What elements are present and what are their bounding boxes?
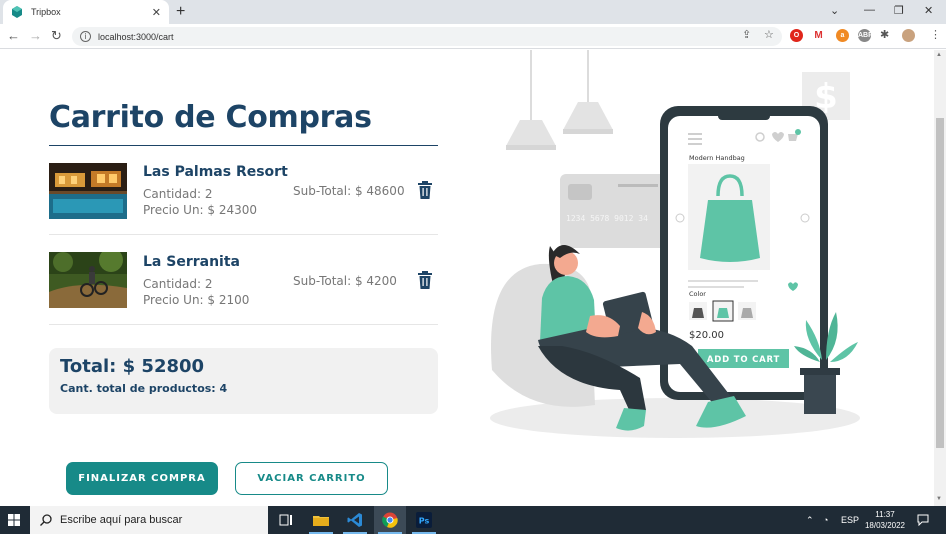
page-scrollbar[interactable]: ▲ ▼: [934, 50, 946, 506]
item-quantity: Cantidad: 2: [143, 187, 213, 201]
item-quantity: Cantidad: 2: [143, 277, 213, 291]
cart-product-count: Cant. total de productos: 4: [60, 382, 228, 395]
item-subtotal: Sub-Total: $ 48600: [293, 184, 405, 198]
scrollbar-thumb[interactable]: [936, 118, 944, 448]
empty-cart-button[interactable]: VACIAR CARRITO: [235, 462, 388, 495]
windows-start-icon[interactable]: [8, 514, 20, 526]
abp-extension-icon[interactable]: ABP: [858, 29, 873, 42]
clock-time: 11:37: [875, 510, 895, 519]
gmail-extension-icon[interactable]: M: [812, 29, 825, 42]
notification-extension-icon[interactable]: a: [836, 29, 849, 42]
cart-item: Las Palmas Resort Cantidad: 2 Precio Un:…: [49, 146, 438, 235]
cart-total: Total: $ 52800: [60, 356, 205, 377]
extensions-puzzle-icon[interactable]: ✱: [880, 28, 889, 41]
taskbar-clock[interactable]: 11:37 18/03/2022: [862, 509, 908, 531]
trash-icon[interactable]: [417, 271, 433, 289]
clock-date: 18/03/2022: [864, 521, 906, 530]
cart-total-box: Total: $ 52800 Cant. total de productos:…: [49, 348, 438, 414]
photoshop-icon[interactable]: Ps: [408, 506, 440, 534]
minimize-icon[interactable]: —: [864, 4, 875, 16]
new-tab-icon[interactable]: +: [176, 3, 185, 21]
page-title: Carrito de Compras: [49, 100, 372, 135]
task-view-icon[interactable]: [270, 506, 302, 534]
back-icon[interactable]: ←: [7, 29, 20, 43]
address-bar[interactable]: i localhost:3000/cart: [72, 27, 782, 46]
vscode-icon[interactable]: [339, 506, 371, 534]
cart-item: La Serranita Cantidad: 2 Precio Un: $ 21…: [49, 236, 438, 325]
address-url: localhost:3000/cart: [98, 31, 174, 42]
taskbar-search-box[interactable]: Escribe aquí para buscar: [30, 506, 268, 534]
browser-tab-strip: Tripbox ✕ + ⌄ — ❐ ✕: [0, 0, 946, 24]
tab-search-chevron-icon[interactable]: ⌄: [830, 4, 839, 17]
forward-icon[interactable]: →: [29, 29, 42, 43]
reload-icon[interactable]: ↻: [51, 29, 62, 43]
menu-kebab-icon[interactable]: ⋮: [930, 28, 941, 41]
chrome-icon[interactable]: [374, 506, 406, 534]
profile-avatar[interactable]: [902, 29, 915, 42]
share-icon[interactable]: ⇪: [742, 28, 751, 41]
item-name: Las Palmas Resort: [143, 164, 288, 180]
svg-text:$20.00: $20.00: [689, 330, 724, 341]
svg-text:Color: Color: [689, 290, 706, 298]
search-icon: [40, 514, 52, 526]
windows-taskbar: Escribe aquí para buscar Ps ⌃ ◔ ESP 11:3…: [0, 506, 946, 534]
scroll-down-arrow-icon[interactable]: ▼: [936, 496, 942, 502]
wifi-icon[interactable]: ◔: [823, 515, 828, 525]
item-name: La Serranita: [143, 254, 240, 270]
item-unit-price: Precio Un: $ 24300: [143, 203, 258, 217]
shopping-illustration: $ 1234 5678 9012 34 Modern Handbag Color: [490, 50, 860, 438]
notifications-icon[interactable]: [917, 514, 929, 526]
trash-icon[interactable]: [417, 181, 433, 199]
checkout-button[interactable]: FINALIZAR COMPRA: [66, 462, 218, 495]
svg-text:ADD TO CART: ADD TO CART: [707, 355, 780, 365]
tripbox-favicon-icon: [12, 6, 22, 18]
la-serranita-image: [49, 252, 127, 308]
item-subtotal: Sub-Total: $ 4200: [293, 274, 397, 288]
svg-text:1234 5678 9012 34: 1234 5678 9012 34: [566, 214, 648, 223]
tab-title: Tripbox: [31, 7, 61, 17]
site-info-icon[interactable]: i: [80, 31, 91, 42]
svg-text:Modern Handbag: Modern Handbag: [689, 154, 745, 162]
las-palmas-resort-image: [49, 163, 127, 219]
tab-close-icon[interactable]: ✕: [152, 6, 161, 19]
taskbar-search-placeholder: Escribe aquí para buscar: [60, 514, 183, 526]
cart-page: Carrito de Compras Las Palmas Resort Can…: [0, 50, 934, 506]
file-explorer-icon[interactable]: [305, 506, 337, 534]
item-unit-price: Precio Un: $ 2100: [143, 293, 250, 307]
svg-text:Ps: Ps: [419, 517, 430, 526]
opera-extension-icon[interactable]: O: [790, 29, 803, 42]
browser-tab[interactable]: Tripbox ✕: [3, 0, 169, 24]
language-indicator[interactable]: ESP: [841, 515, 859, 525]
browser-toolbar: ← → ↻ i localhost:3000/cart ⇪ ☆ O M a AB…: [0, 24, 946, 49]
scroll-up-arrow-icon[interactable]: ▲: [936, 52, 942, 58]
restore-icon[interactable]: ❐: [894, 4, 904, 17]
window-close-icon[interactable]: ✕: [924, 4, 933, 17]
tray-chevron-up-icon[interactable]: ⌃: [806, 515, 814, 526]
bookmark-star-icon[interactable]: ☆: [764, 28, 774, 41]
